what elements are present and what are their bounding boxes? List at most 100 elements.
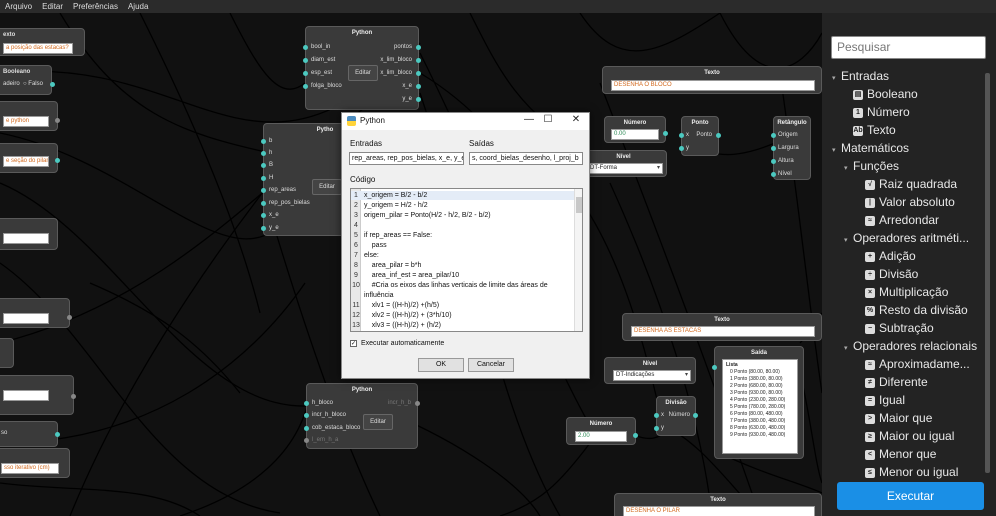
python-bottom-in-2[interactable] xyxy=(304,426,309,431)
tree-item[interactable]: ▾ Matemáticos xyxy=(832,139,984,157)
divisao-in-y[interactable] xyxy=(654,426,659,431)
retangulo-in-origem[interactable] xyxy=(771,133,776,138)
code-scroll-thumb[interactable] xyxy=(576,197,582,213)
python-mid-in-5[interactable] xyxy=(261,201,266,206)
left-python-text-field[interactable]: e python xyxy=(3,116,49,127)
python-mid-in-0[interactable] xyxy=(261,139,266,144)
left-pilar-text-node[interactable]: e seção do pilar? xyxy=(0,143,60,173)
numero-bottom-out[interactable] xyxy=(633,433,638,438)
tree-item[interactable]: ≈ Arredondar xyxy=(832,211,984,229)
minimize-icon[interactable]: — xyxy=(522,114,536,125)
left-python-text-port[interactable] xyxy=(55,118,60,123)
ok-button[interactable]: OK xyxy=(418,358,464,372)
python-top-out-0[interactable] xyxy=(416,45,421,50)
tree-item[interactable]: ≥ Maior ou igual xyxy=(832,427,984,445)
python-bottom-in-1[interactable] xyxy=(304,413,309,418)
left-input-node-4[interactable] xyxy=(0,375,76,415)
numero-top-out[interactable] xyxy=(663,131,668,136)
tree-item[interactable]: √ Raiz quadrada xyxy=(832,175,984,193)
left-input-port-2[interactable] xyxy=(67,315,72,320)
left-input-node-3[interactable] xyxy=(0,338,14,368)
divisao-in-x[interactable] xyxy=(654,413,659,418)
tree-item[interactable]: ▤ Booleano xyxy=(832,85,984,103)
maximize-icon[interactable]: ☐ xyxy=(541,114,555,125)
tree-item[interactable]: = Igual xyxy=(832,391,984,409)
divisao-node[interactable]: Divisão x y Número xyxy=(654,396,698,436)
left-texto-node[interactable]: exto a posição das estacas? xyxy=(0,28,85,56)
python-mid-in-2[interactable] xyxy=(261,163,266,168)
python-mid-in-1[interactable] xyxy=(261,151,266,156)
tree-item[interactable]: ▾ Entradas xyxy=(832,67,984,85)
texto-node-top[interactable]: Texto DESENHA O BLOCO xyxy=(602,66,822,94)
python-editor-dialog[interactable]: Python — ☐ ✕ Entradas rep_areas, rep_pos… xyxy=(341,112,590,379)
left-texto-field[interactable]: a posição das estacas? xyxy=(3,43,73,54)
left-input-field-1[interactable] xyxy=(3,233,49,244)
cancel-button[interactable]: Cancelar xyxy=(468,358,514,372)
python-node-top[interactable]: Python bool_in diam_est esp_est folga_bl… xyxy=(303,26,421,110)
python-top-out-3[interactable] xyxy=(416,84,421,89)
saida-node[interactable]: Saída Lista 0 Ponto (80.00, 80.00) 1 Pon… xyxy=(712,346,804,459)
tree-item[interactable]: ▾ Operadores aritméti... xyxy=(832,229,984,247)
tree-item[interactable]: > Maior que xyxy=(832,409,984,427)
ponto-top-out[interactable] xyxy=(716,133,721,138)
saida-list[interactable]: Lista 0 Ponto (80.00, 80.00) 1 Ponto (38… xyxy=(722,359,798,454)
numero-top-field[interactable]: 0.00 xyxy=(611,129,659,140)
retangulo-in-nivel[interactable] xyxy=(771,172,776,177)
python-bottom-edit-button[interactable]: Editar xyxy=(363,414,393,430)
left-input-port-4[interactable] xyxy=(71,394,76,399)
search-input[interactable]: Pesquisar xyxy=(831,36,986,59)
tree-item[interactable]: − Subtração xyxy=(832,319,984,337)
tree-item[interactable]: | Valor absoluto xyxy=(832,193,984,211)
tree-item[interactable]: % Resto da divisão xyxy=(832,301,984,319)
numero-bottom-field[interactable]: 2.00 xyxy=(575,431,627,442)
tree-item[interactable]: ≈ Aproximadame... xyxy=(832,355,984,373)
menu-editar[interactable]: Editar xyxy=(42,2,63,11)
texto-bottom-field[interactable]: DESENHA O PILAR xyxy=(623,506,815,516)
texto-node-mid[interactable]: Texto DESENHA AS ESTACAS xyxy=(622,313,822,341)
sidebar-scrollbar[interactable] xyxy=(985,73,990,473)
nivel-mid-select[interactable]: DT-Indicações xyxy=(613,370,691,381)
left-input-node-1[interactable] xyxy=(0,218,58,250)
code-scrollbar[interactable] xyxy=(574,189,582,331)
tree-item[interactable]: ≤ Menor ou igual xyxy=(832,463,984,481)
python-mid-in-4[interactable] xyxy=(261,188,266,193)
python-bottom-out-0[interactable] xyxy=(415,401,420,406)
left-so-port[interactable] xyxy=(55,432,60,437)
close-icon[interactable]: ✕ xyxy=(569,114,583,125)
numero-node-top[interactable]: Número 0.00 xyxy=(604,116,668,143)
python-mid-in-6[interactable] xyxy=(261,213,266,218)
left-iterativo-node[interactable]: sso iterativo (cm) xyxy=(0,448,70,478)
nivel-node-mid[interactable]: Nível DT-Indicações xyxy=(604,357,696,384)
python-top-out-1[interactable] xyxy=(416,58,421,63)
python-mid-in-3[interactable] xyxy=(261,176,266,181)
ponto-top-in-y[interactable] xyxy=(679,146,684,151)
tree-item[interactable]: ▾ Operadores relacionais xyxy=(832,337,984,355)
numero-node-bottom[interactable]: Número 2.00 xyxy=(566,417,638,445)
menu-arquivo[interactable]: Arquivo xyxy=(5,2,32,11)
saidas-input[interactable]: s, coord_bielas_desenho, l_proj_b xyxy=(469,152,583,165)
auto-execute-checkbox[interactable]: ✓ xyxy=(350,340,357,347)
texto-top-field[interactable]: DESENHA O BLOCO xyxy=(611,80,815,91)
left-input-field-4[interactable] xyxy=(3,390,49,401)
divisao-out[interactable] xyxy=(693,413,698,418)
python-node-mid[interactable]: Pytho b h B H rep_areas rep_pos_bielas x… xyxy=(261,123,347,236)
tree-item[interactable]: ≠ Diferente xyxy=(832,373,984,391)
python-top-in-1[interactable] xyxy=(303,58,308,63)
left-pilar-text-port[interactable] xyxy=(55,158,60,163)
left-python-text-node[interactable]: e python xyxy=(0,101,60,131)
ponto-node-top[interactable]: Ponto x y Ponto xyxy=(679,116,721,156)
texto-mid-field[interactable]: DESENHA AS ESTACAS xyxy=(631,326,815,337)
python-top-out-2[interactable] xyxy=(416,71,421,76)
left-booleano-option-false[interactable]: ○ Falso xyxy=(23,81,43,87)
python-top-in-2[interactable] xyxy=(303,71,308,76)
menu-ajuda[interactable]: Ajuda xyxy=(128,2,148,11)
python-top-out-4[interactable] xyxy=(416,97,421,102)
texto-node-bottom[interactable]: Texto DESENHA O PILAR xyxy=(614,493,822,516)
left-so-node[interactable]: so xyxy=(0,421,60,447)
menu-preferencias[interactable]: Preferências xyxy=(73,2,118,11)
code-editor[interactable]: 1 x_origem = B/2 - b/2 2 y_origem = H/2 - … xyxy=(350,188,583,332)
python-mid-in-7[interactable] xyxy=(261,226,266,231)
left-booleano-out-port[interactable] xyxy=(50,82,55,87)
retangulo-in-largura[interactable] xyxy=(771,146,776,151)
left-booleano-option-true[interactable]: adeiro xyxy=(3,81,20,87)
